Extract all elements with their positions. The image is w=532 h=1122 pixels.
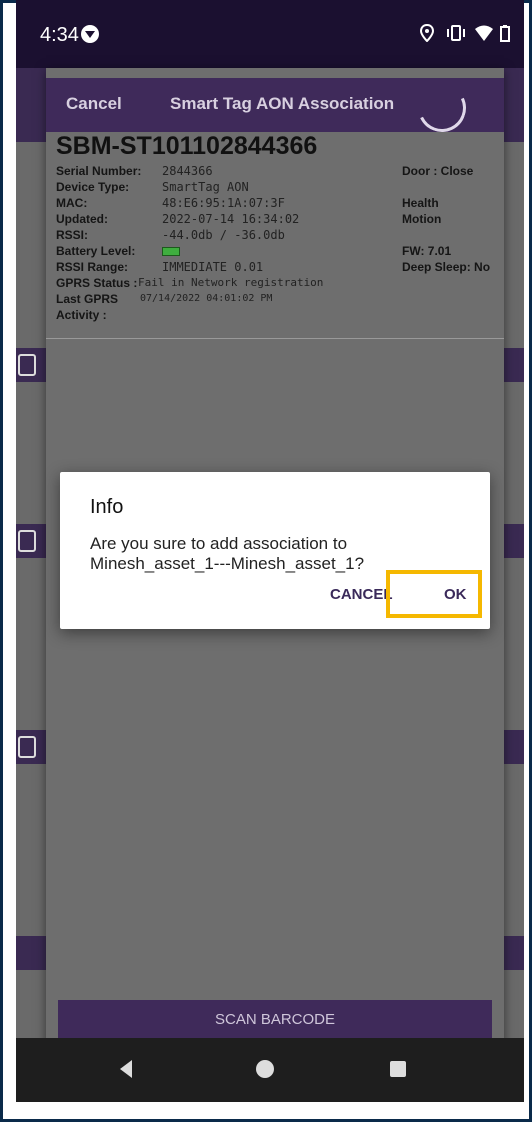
serial-number-label: Serial Number: xyxy=(56,164,142,178)
cancel-button[interactable]: Cancel xyxy=(66,94,122,114)
dialog-cancel-button[interactable]: CANCEL xyxy=(330,586,393,603)
health-status: Health xyxy=(402,196,439,210)
vibrate-icon xyxy=(446,24,466,47)
scan-barcode-button[interactable]: SCAN BARCODE xyxy=(58,1000,492,1040)
ok-highlight-box xyxy=(386,570,482,618)
sheet-title: Smart Tag AON Association xyxy=(170,94,395,113)
activity-label: Activity : xyxy=(56,308,107,322)
list-icon xyxy=(18,530,36,552)
home-icon[interactable] xyxy=(256,1060,274,1078)
firmware-version: FW: 7.01 xyxy=(402,244,452,258)
gprs-status-value: Fail in Network registration xyxy=(138,276,324,289)
deep-sleep-status: Deep Sleep: No xyxy=(402,260,491,274)
sheet-divider xyxy=(46,338,504,339)
sheet-header: Cancel Smart Tag AON Association xyxy=(46,77,504,139)
dialog-title: Info xyxy=(90,496,124,518)
device-type-label: Device Type: xyxy=(56,180,130,194)
recents-icon[interactable] xyxy=(390,1061,406,1077)
serial-number-value: 2844366 xyxy=(162,164,213,178)
notification-icon xyxy=(80,24,100,49)
location-icon xyxy=(419,23,435,47)
last-gprs-value: 07/14/2022 04:01:02 PM xyxy=(140,293,273,304)
mac-label: MAC: xyxy=(56,196,88,210)
wifi-icon xyxy=(474,24,494,47)
list-icon xyxy=(18,354,36,376)
battery-icon xyxy=(500,24,510,47)
last-gprs-label: Last GPRS xyxy=(56,292,119,306)
battery-level-icon xyxy=(162,247,180,256)
motion-status: Motion xyxy=(402,212,442,226)
rssi-range-label: RSSI Range: xyxy=(56,260,129,274)
list-icon xyxy=(18,736,36,758)
door-status: Door : Close xyxy=(402,164,474,178)
rssi-label: RSSI: xyxy=(56,228,89,242)
gprs-status-label: GPRS Status : xyxy=(56,276,138,290)
device-name: SBM-ST101102844366 xyxy=(56,132,318,160)
back-icon[interactable] xyxy=(120,1060,132,1078)
rssi-value: -44.0db / -36.0db xyxy=(162,228,285,242)
updated-value: 2022-07-14 16:34:02 xyxy=(162,212,300,226)
device-type-value: SmartTag AON xyxy=(162,180,249,194)
dialog-message: Are you sure to add association to Mines… xyxy=(90,534,365,573)
navigation-bar xyxy=(16,1038,524,1102)
battery-level-indicator xyxy=(162,244,180,258)
mac-value: 48:E6:95:1A:07:3F xyxy=(162,196,285,210)
loading-spinner-icon xyxy=(411,77,473,139)
rssi-range-value: IMMEDIATE 0.01 xyxy=(162,260,264,274)
updated-label: Updated: xyxy=(56,212,108,226)
phone-screen: 4:34 Cancel Smart Tag AON Association SB… xyxy=(16,0,524,1102)
status-bar: 4:34 xyxy=(16,0,524,68)
status-time: 4:34 xyxy=(40,24,79,46)
battery-level-label: Battery Level: xyxy=(56,244,136,258)
